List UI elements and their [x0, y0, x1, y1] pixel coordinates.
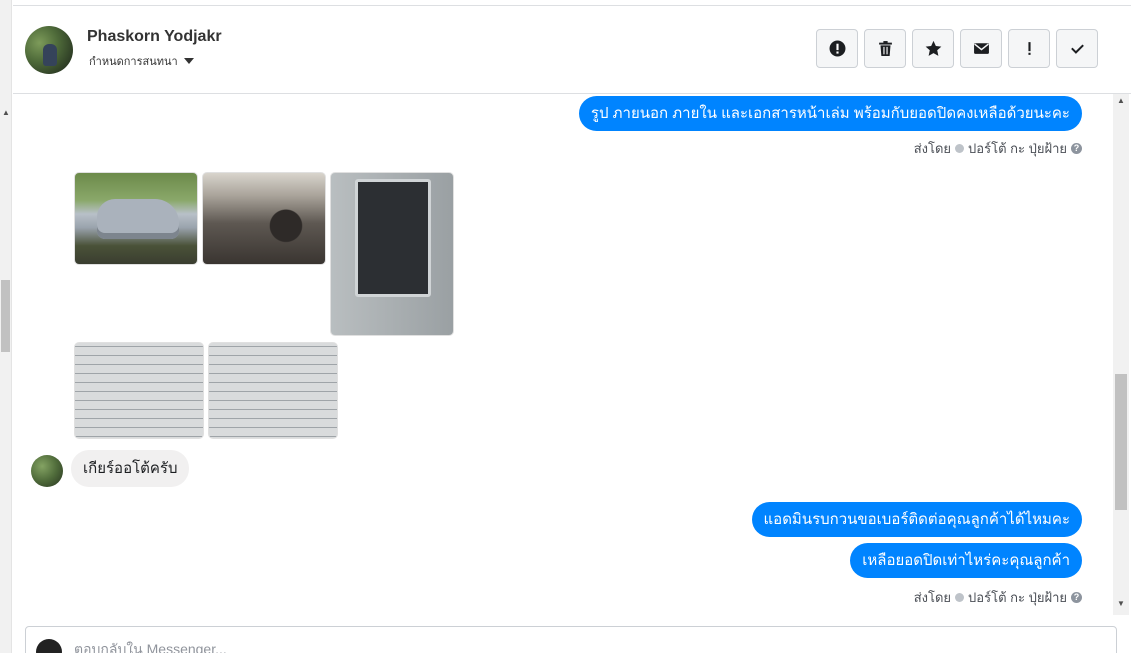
- help-icon[interactable]: ?: [1071, 592, 1082, 603]
- star-icon: [925, 40, 941, 56]
- conversation-toolbar: [816, 29, 1098, 68]
- outgoing-message[interactable]: รูป ภายนอก ภายใน และเอกสารหน้าเล่ม พร้อม…: [578, 96, 1082, 131]
- photo-vin-label[interactable]: [330, 172, 454, 336]
- checkmark-icon: [1070, 44, 1084, 54]
- photo-document-2[interactable]: [208, 342, 338, 439]
- sent-by-info: ส่งโดย ปอร์โต้ กะ ปุ่ยฝ้าย ?: [914, 587, 1082, 608]
- incoming-message[interactable]: เกียร์ออโต้ครับ: [71, 450, 190, 487]
- scroll-down-arrow-icon[interactable]: ▼: [1117, 599, 1125, 608]
- scroll-up-arrow-icon[interactable]: ▲: [1117, 96, 1125, 105]
- assign-conversation-label: กำหนดการสนทนา: [89, 56, 178, 68]
- page-scrollbar[interactable]: ▲: [0, 0, 12, 653]
- envelope-icon: [973, 43, 989, 54]
- contact-avatar-small[interactable]: [31, 455, 63, 487]
- thread-scrollbar-thumb[interactable]: [1115, 374, 1127, 510]
- assign-conversation-dropdown[interactable]: กำหนดการสนทนา: [89, 52, 194, 70]
- caret-down-icon: [183, 58, 194, 64]
- photo-car-exterior[interactable]: [74, 172, 198, 265]
- delete-button[interactable]: [864, 29, 906, 68]
- sent-by-label: ส่งโดย: [913, 590, 952, 605]
- thread-scrollbar[interactable]: ▲ ▼: [1113, 94, 1129, 615]
- important-button[interactable]: [1008, 29, 1050, 68]
- report-button[interactable]: [816, 29, 858, 68]
- trash-icon: [878, 41, 892, 56]
- contact-avatar[interactable]: [25, 26, 73, 74]
- delivered-check-icon: [955, 593, 965, 602]
- photo-car-interior[interactable]: [202, 172, 326, 265]
- sent-by-label: ส่งโดย: [913, 141, 952, 156]
- sent-by-agent: ปอร์โต้ กะ ปุ่ยฝ้าย: [968, 590, 1067, 605]
- help-icon[interactable]: ?: [1071, 143, 1082, 154]
- contact-name[interactable]: Phaskorn Yodjakr: [87, 28, 222, 46]
- page-scrollbar-thumb[interactable]: [1, 280, 10, 352]
- photo-document-1[interactable]: [74, 342, 204, 439]
- sent-by-info: ส่งโดย ปอร์โต้ กะ ปุ่ยฝ้าย ?: [914, 138, 1082, 159]
- outgoing-message[interactable]: เหลือยอดปิดเท่าไหร่คะคุณลูกค้า: [850, 543, 1082, 578]
- reply-composer[interactable]: [25, 626, 1117, 653]
- alert-circle-icon: [829, 40, 845, 57]
- reply-input[interactable]: [74, 639, 674, 653]
- mail-button[interactable]: [960, 29, 1002, 68]
- scroll-up-arrow-icon[interactable]: ▲: [2, 108, 10, 117]
- messenger-conversation-page: ▲ Phaskorn Yodjakr กำหนดการสนทนา รูป ภาย…: [0, 0, 1132, 653]
- delivered-check-icon: [955, 144, 965, 153]
- sent-by-agent: ปอร์โต้ กะ ปุ่ยฝ้าย: [968, 141, 1067, 156]
- done-button[interactable]: [1056, 29, 1098, 68]
- star-button[interactable]: [912, 29, 954, 68]
- conversation-header: Phaskorn Yodjakr กำหนดการสนทนา: [13, 5, 1131, 94]
- page-avatar: [36, 639, 62, 653]
- message-thread[interactable]: รูป ภายนอก ภายใน และเอกสารหน้าเล่ม พร้อม…: [13, 94, 1113, 614]
- exclamation-icon: [1027, 42, 1031, 55]
- outgoing-message[interactable]: แอดมินรบกวนขอเบอร์ติดต่อคุณลูกค้าได้ไหมค…: [751, 502, 1082, 537]
